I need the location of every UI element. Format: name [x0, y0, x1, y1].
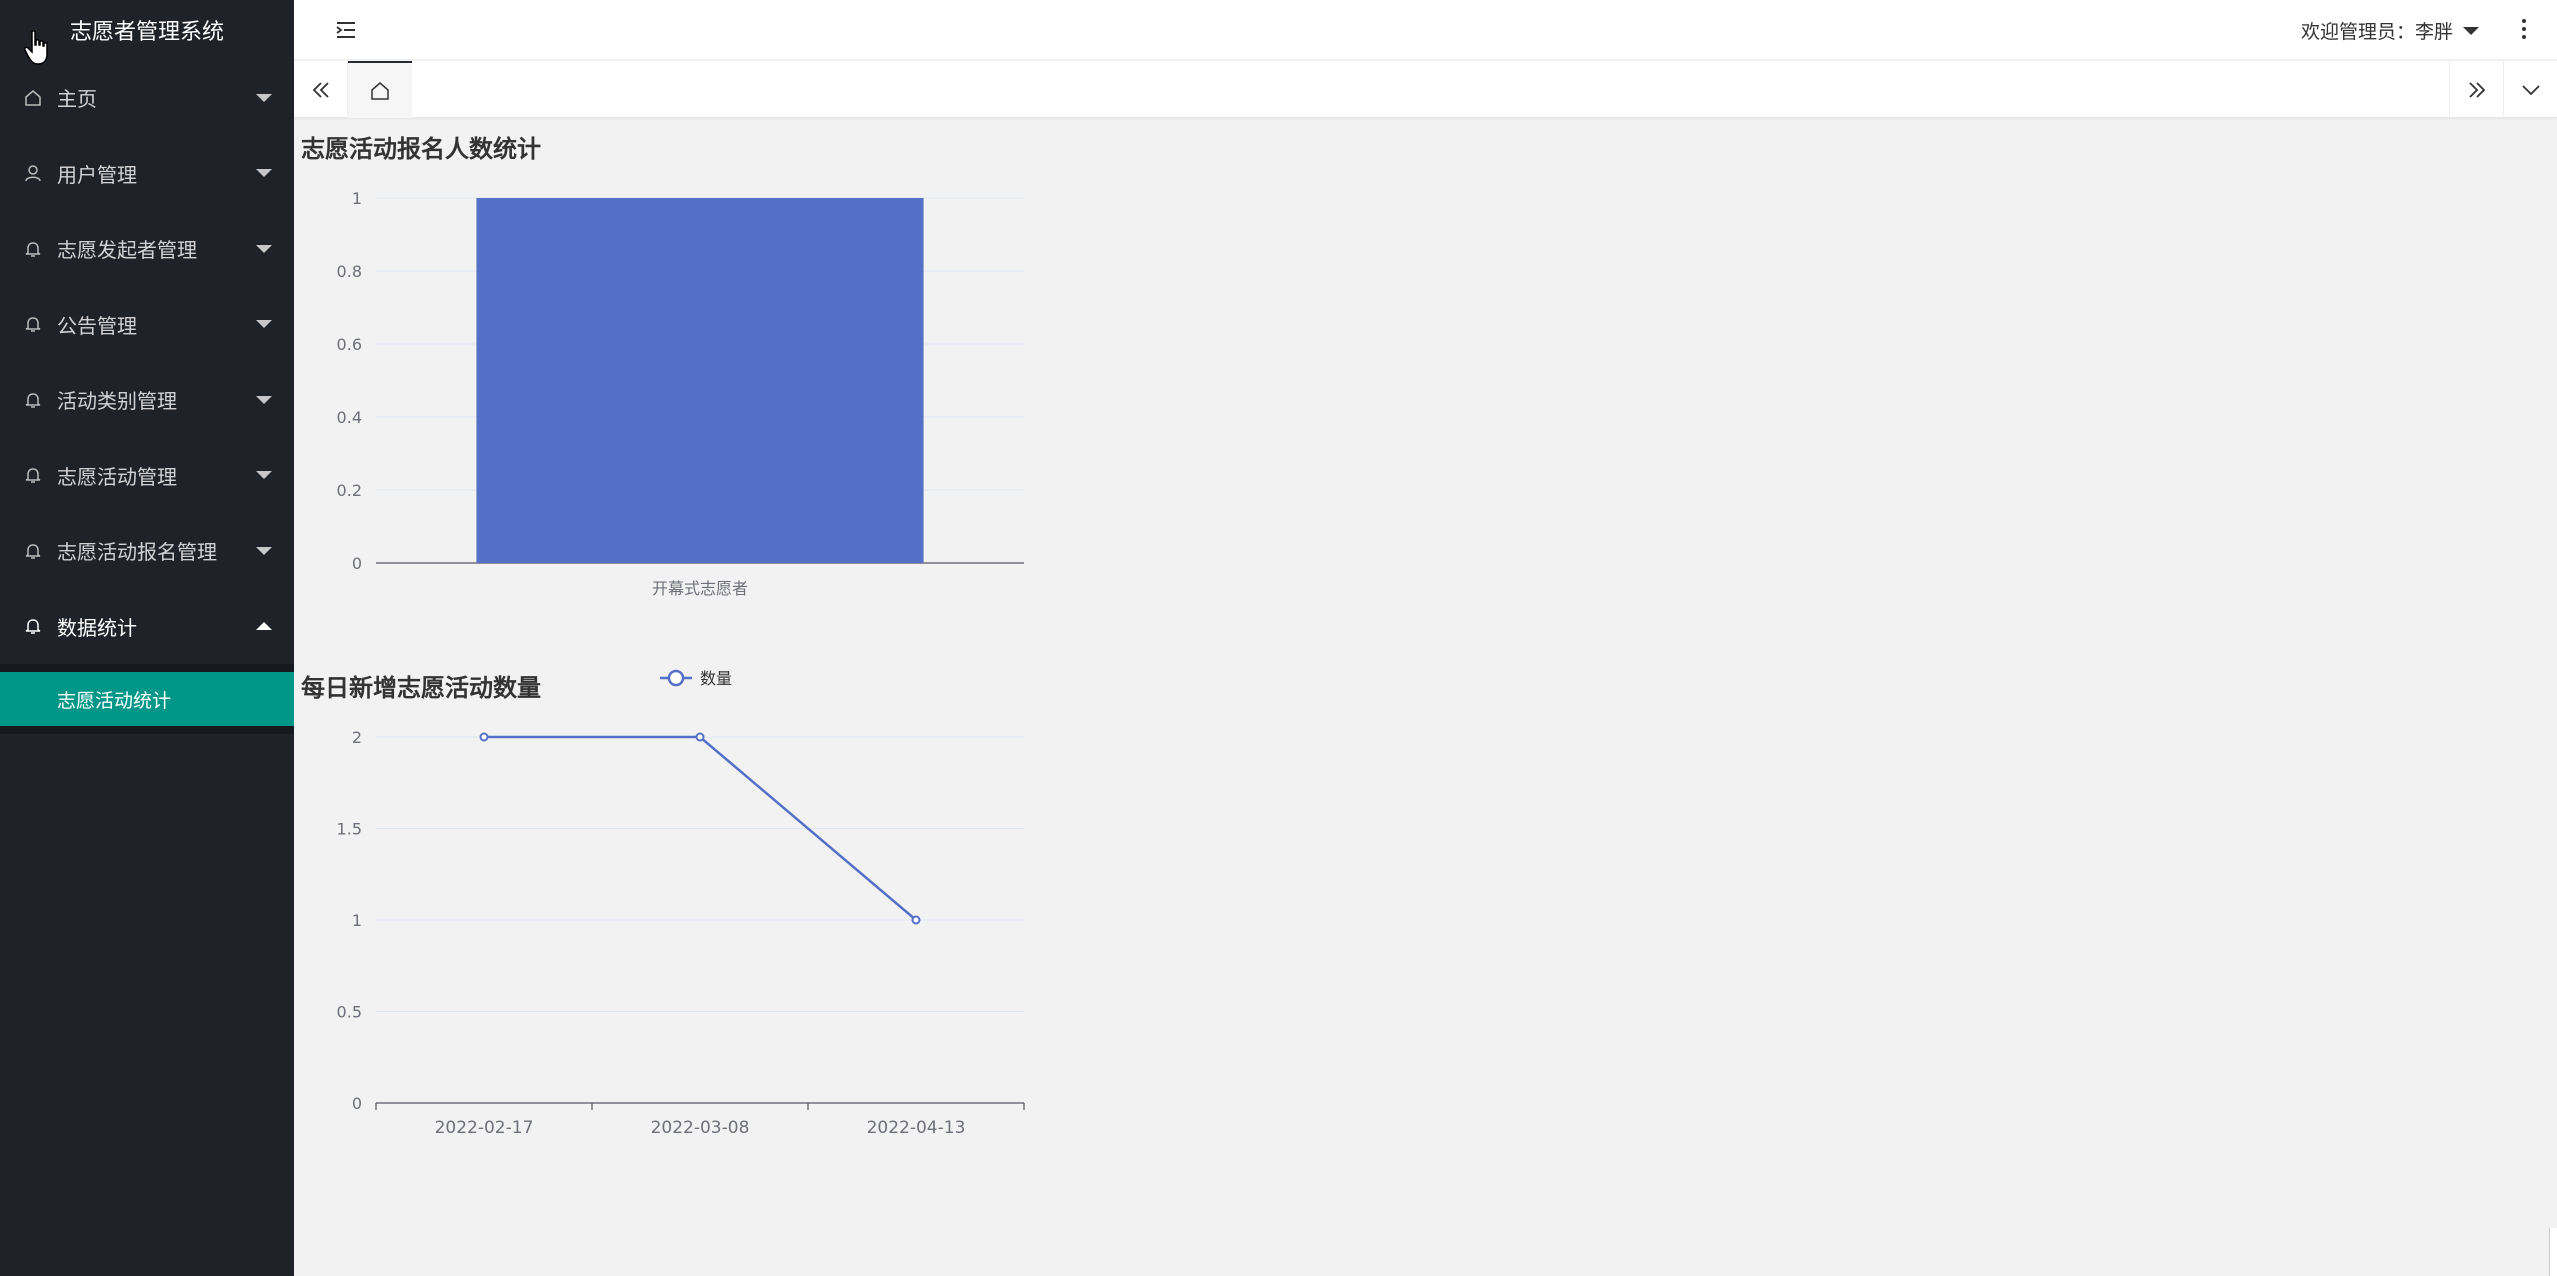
sidebar-item-label: 主页 [57, 87, 97, 112]
bar-chart-registrations: 0 0.2 0.4 0.6 0.8 1 开幕式志愿者 [337, 189, 1024, 598]
chevron-down-icon [256, 395, 272, 404]
menu-collapse-icon[interactable] [334, 18, 358, 42]
tab-home[interactable] [348, 61, 412, 118]
sidebar-item-registrations[interactable]: 志愿活动报名管理 [0, 513, 294, 589]
app-logo[interactable]: 志愿者管理系统 [0, 0, 294, 65]
sidebar-item-label: 志愿发起者管理 [57, 238, 197, 263]
welcome-text: 欢迎管理员：李胖 [2300, 21, 2453, 43]
chevron-up-icon [256, 622, 272, 631]
y-tick-label: 2 [352, 728, 362, 747]
chart-title-registrations: 志愿活动报名人数统计 [301, 135, 541, 163]
sidebar-item-activity-types[interactable]: 活动类别管理 [0, 362, 294, 438]
tab-options-dropdown[interactable] [2503, 61, 2557, 118]
double-chevron-left-icon [312, 81, 329, 98]
sidebar-item-initiators[interactable]: 志愿发起者管理 [0, 211, 294, 287]
more-vertical-icon[interactable] [2521, 18, 2527, 40]
sidebar-item-home[interactable]: 主页 [0, 60, 294, 136]
sidebar-item-users[interactable]: 用户管理 [0, 136, 294, 212]
sidebar-submenu: 志愿活动统计 [0, 664, 294, 734]
y-tick-label: 0.6 [337, 335, 362, 354]
data-point [695, 732, 705, 742]
sidebar-item-label: 志愿活动报名管理 [57, 540, 217, 565]
bell-icon [25, 392, 41, 408]
y-tick-label: 0 [352, 1094, 362, 1113]
y-tick-label: 0.8 [337, 262, 362, 281]
legend-label: 数量 [700, 669, 732, 688]
chevron-down-icon [256, 244, 272, 253]
tab-scroll-left[interactable] [294, 61, 348, 118]
y-tick-label: 0.2 [337, 481, 362, 500]
user-icon [25, 165, 41, 182]
chevron-down-icon [256, 471, 272, 480]
sidebar: 志愿者管理系统 主页 用户管理 志愿发起者管理 公告管理 活动类别管理 志愿活动… [0, 0, 294, 1276]
sidebar-item-label: 用户管理 [57, 162, 137, 187]
chevron-down-icon [2521, 84, 2540, 95]
legend-marker [667, 669, 685, 687]
bell-icon [25, 241, 41, 257]
sidebar-item-label: 公告管理 [57, 313, 137, 338]
bell-icon [25, 543, 41, 559]
tab-scroll-right[interactable] [2449, 61, 2503, 118]
data-point [479, 732, 489, 742]
home-icon [25, 89, 41, 106]
x-tick-label: 2022-03-08 [651, 1118, 750, 1138]
double-chevron-right-icon [2468, 81, 2485, 98]
bell-icon [25, 468, 41, 483]
scroll-handle[interactable] [2549, 1228, 2557, 1276]
user-menu[interactable]: 欢迎管理员：李胖 [2301, 17, 2479, 44]
sidebar-item-statistics[interactable]: 数据统计 [0, 589, 294, 665]
y-tick-label: 0.4 [337, 408, 362, 427]
chevron-down-icon [256, 169, 272, 178]
x-tick-label: 2022-02-17 [435, 1118, 534, 1138]
x-tick-label: 开幕式志愿者 [652, 579, 748, 598]
sidebar-item-label: 活动类别管理 [57, 389, 177, 414]
chevron-down-icon [256, 320, 272, 329]
data-point [911, 915, 921, 925]
x-tick-label: 2022-04-13 [867, 1118, 966, 1138]
bar [476, 198, 924, 563]
sidebar-subitem-activity-stats[interactable]: 志愿活动统计 [0, 672, 294, 726]
sidebar-item-label: 志愿活动管理 [57, 464, 177, 489]
chevron-down-icon [256, 546, 272, 555]
y-tick-label: 1 [352, 911, 362, 930]
y-tick-label: 1 [352, 189, 362, 208]
y-tick-label: 1.5 [337, 820, 362, 839]
app-title: 志愿者管理系统 [70, 20, 225, 45]
y-tick-label: 0.5 [337, 1003, 362, 1022]
chevron-down-icon [256, 93, 272, 102]
y-tick-label: 0 [352, 554, 362, 573]
home-icon [371, 81, 389, 100]
line-chart-daily-activities: 0 0.5 1 1.5 2 2022-02-17 2022-03-08 2022-04-13 数… [337, 669, 1025, 1138]
bell-icon [25, 317, 41, 332]
sidebar-item-activities[interactable]: 志愿活动管理 [0, 438, 294, 514]
caret-down-icon [2463, 26, 2479, 35]
tab-bar [294, 61, 2557, 118]
bell-icon [25, 619, 41, 634]
sidebar-item-label: 数据统计 [57, 615, 137, 640]
top-header: 欢迎管理员：李胖 [294, 0, 2557, 60]
sidebar-item-announcements[interactable]: 公告管理 [0, 287, 294, 363]
